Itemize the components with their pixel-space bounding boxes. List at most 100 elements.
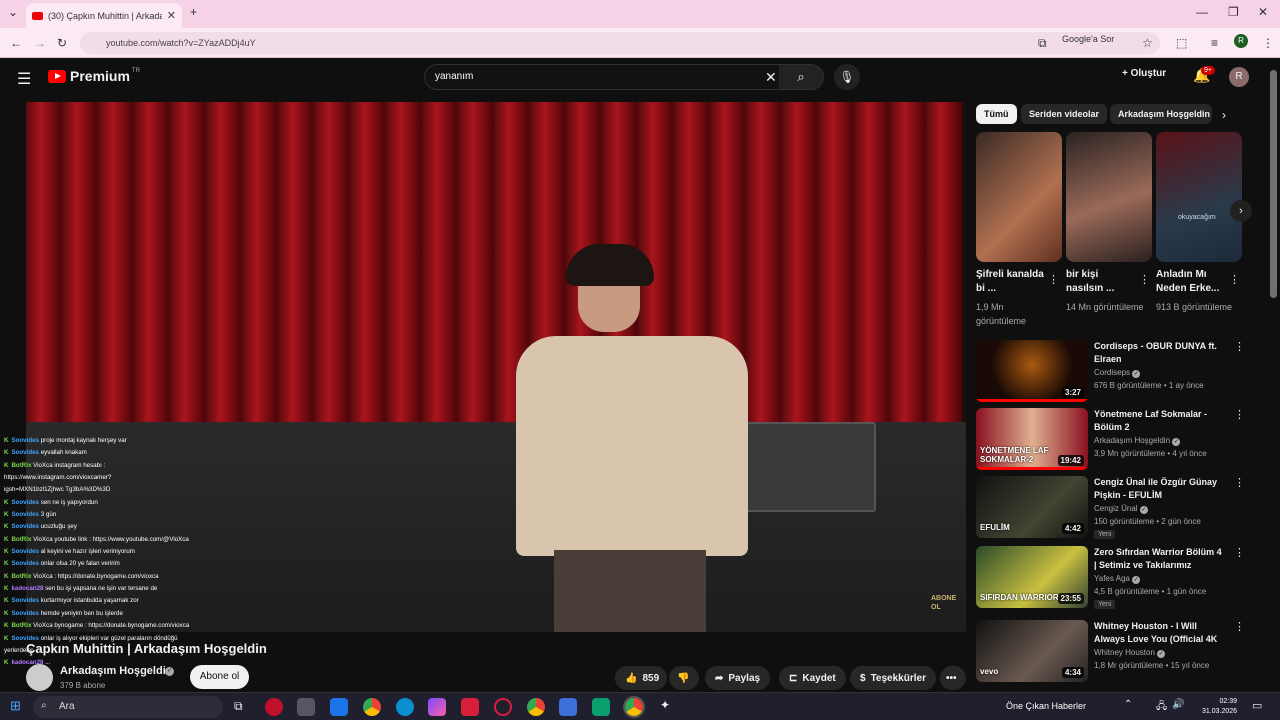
video-thumbnail[interactable]: EFULİM 4:42 <box>976 476 1088 538</box>
browser-profile-avatar[interactable]: R <box>1234 34 1248 48</box>
close-tab-icon[interactable]: ✕ <box>167 9 176 22</box>
video-menu-icon[interactable]: ⋮ <box>1234 620 1245 633</box>
video-title[interactable]: Zero Sıfırdan Warrior Bölüm 4 | Setimiz … <box>1094 546 1224 573</box>
recommended-video[interactable]: vevo 4:34 Whitney Houston - I Will Always … <box>976 620 1246 686</box>
minimize-icon[interactable]: — <box>1196 5 1208 19</box>
video-channel[interactable]: Cengiz Ünal ✓ <box>1094 504 1148 514</box>
browser-tab[interactable]: (30) Çapkın Muhittin | Arkadaşım ✕ <box>26 3 182 28</box>
save-button[interactable]: ⊏ Kaydet <box>779 666 846 690</box>
voice-search-icon[interactable]: 🎙 <box>834 64 860 90</box>
short-menu-icon[interactable]: ⋮ <box>1229 273 1240 286</box>
video-thumbnail[interactable]: SIFIRDAN WARRIOR 23:55 <box>976 546 1088 608</box>
share-button[interactable]: ➦ Paylaş <box>705 666 771 690</box>
video-title[interactable]: Yönetmene Laf Sokmalar - Bölüm 2 <box>1094 408 1224 434</box>
video-menu-icon[interactable]: ⋮ <box>1234 476 1245 489</box>
close-window-icon[interactable]: ✕ <box>1258 5 1268 19</box>
stage-speaker <box>746 422 876 512</box>
app3-icon[interactable]: ✦ <box>660 698 670 712</box>
short-thumbnail-3[interactable]: okuyacağım <box>1156 132 1242 262</box>
short-title[interactable]: Şifreli kanalda bi ... <box>976 268 1048 296</box>
video-menu-icon[interactable]: ⋮ <box>1234 546 1245 559</box>
video-thumbnail[interactable]: 3:27 <box>976 340 1088 402</box>
search-input[interactable]: yananım <box>435 71 473 82</box>
chrome-active-icon[interactable] <box>623 696 645 718</box>
forward-icon[interactable]: → <box>34 36 46 50</box>
wps-icon[interactable] <box>461 698 479 716</box>
video-title[interactable]: Cordiseps - OBUR DUNYA ft. Elraen <box>1094 340 1224 366</box>
more-actions-button[interactable]: ••• <box>940 666 966 690</box>
extensions-icon[interactable]: ⬚ <box>1176 36 1187 50</box>
restore-icon[interactable]: ❐ <box>1228 5 1239 19</box>
recommended-video[interactable]: YÖNETMENE LAF SOKMALAR-2 19:42 Yönetmene L… <box>976 408 1246 474</box>
video-channel[interactable]: Arkadaşım Hoşgeldin ✓ <box>1094 436 1181 446</box>
search-box[interactable]: yananım ✕ ⌕ <box>424 64 824 90</box>
install-icon[interactable]: ⧉ <box>1038 36 1047 51</box>
app-icon[interactable] <box>297 698 315 716</box>
recommended-video[interactable]: 3:27 Cordiseps - OBUR DUNYA ft. Elraen Cor… <box>976 340 1246 406</box>
search-button[interactable]: ⌕ <box>779 65 823 89</box>
opera-icon[interactable] <box>494 698 512 716</box>
windows-start-icon[interactable]: ⊞ <box>10 698 21 714</box>
short-menu-icon[interactable]: ⋮ <box>1048 273 1059 286</box>
recommended-video[interactable]: SIFIRDAN WARRIOR 23:55 Zero Sıfırdan Warri… <box>976 546 1246 612</box>
channel-avatar[interactable] <box>26 664 53 691</box>
video-channel[interactable]: Cordiseps ✓ <box>1094 368 1141 378</box>
url-field[interactable]: youtube.com/watch?v=ZYazADDj4uY <box>80 32 1160 54</box>
channel-name[interactable]: Arkadaşım Hoşgeldin <box>60 665 172 677</box>
chips-next-icon[interactable]: › <box>1222 108 1226 122</box>
short-thumbnail-2[interactable] <box>1066 132 1152 262</box>
tab-list-icon[interactable]: ≡ <box>1211 36 1218 50</box>
opera-gx-icon[interactable] <box>265 698 283 716</box>
shorts-next-icon[interactable]: › <box>1230 200 1252 222</box>
browser-menu-icon[interactable]: ⋮ <box>1262 36 1274 50</box>
video-menu-icon[interactable]: ⋮ <box>1234 408 1245 421</box>
clear-search-icon[interactable]: ✕ <box>765 69 777 86</box>
account-avatar[interactable]: R <box>1229 67 1249 87</box>
chrome-icon[interactable] <box>363 698 381 716</box>
chip-all[interactable]: Tümü <box>976 104 1017 124</box>
hamburger-menu-icon[interactable]: ☰ <box>17 69 31 89</box>
taskbar-clock[interactable]: 02:39 31.03.2026 <box>1202 697 1237 717</box>
new-tab-icon[interactable]: + <box>190 5 197 19</box>
youtube-logo[interactable]: Premium TR <box>48 68 140 84</box>
volume-icon[interactable]: 🔊 <box>1172 699 1184 710</box>
copilot-icon[interactable] <box>428 698 446 716</box>
mail-icon[interactable] <box>330 698 348 716</box>
network-icon[interactable]: 🖧 <box>1156 699 1167 716</box>
video-title[interactable]: Whitney Houston - I Will Always Love You… <box>1094 620 1224 647</box>
dislike-button[interactable]: 👎 <box>669 666 699 690</box>
tray-chevron-icon[interactable]: ⌃ <box>1124 699 1132 710</box>
notification-center-icon[interactable]: ▭ <box>1252 699 1262 712</box>
short-menu-icon[interactable]: ⋮ <box>1139 273 1150 286</box>
chip-channel[interactable]: Arkadaşım Hoşgeldin <box>1110 104 1212 124</box>
app2-icon[interactable] <box>592 698 610 716</box>
chrome-profile-icon[interactable] <box>527 698 545 716</box>
short-title[interactable]: bir kişi nasılsın ... <box>1066 268 1138 296</box>
news-widget[interactable]: Öne Çıkan Haberler <box>1006 701 1086 711</box>
short-title[interactable]: Anladın Mı Neden Erke... <box>1156 268 1228 296</box>
video-channel[interactable]: Whitney Houston ✓ <box>1094 648 1166 658</box>
video-title[interactable]: Cengiz Ünal ile Özgür Günay Pişkin - EFU… <box>1094 476 1224 502</box>
video-thumbnail[interactable]: YÖNETMENE LAF SOKMALAR-2 19:42 <box>976 408 1088 470</box>
page-scrollbar[interactable] <box>1270 70 1277 298</box>
short-thumbnail-1[interactable] <box>976 132 1062 262</box>
taskbar-search[interactable]: ⌕ Ara <box>33 696 223 718</box>
edge-icon[interactable] <box>396 698 414 716</box>
store-icon[interactable] <box>559 698 577 716</box>
back-icon[interactable]: ← <box>10 36 22 50</box>
like-button[interactable]: 👍 859 <box>615 666 667 690</box>
video-menu-icon[interactable]: ⋮ <box>1234 340 1245 353</box>
recommended-video[interactable]: EFULİM 4:42 Cengiz Ünal ile Özgür Günay Pi… <box>976 476 1246 542</box>
video-channel[interactable]: Yafes Aga ✓ <box>1094 574 1141 584</box>
video-thumbnail[interactable]: vevo 4:34 <box>976 620 1088 682</box>
reload-icon[interactable]: ↻ <box>57 36 67 50</box>
ask-google-button[interactable]: Google'a Sor <box>1062 34 1114 44</box>
thanks-button[interactable]: $ Teşekkürler <box>850 666 936 690</box>
tab-search-icon[interactable]: ⌄ <box>8 5 18 19</box>
subscribe-button[interactable]: Abone ol <box>190 665 249 689</box>
create-button[interactable]: + Oluştur <box>1122 68 1166 79</box>
bookmark-star-icon[interactable]: ☆ <box>1142 36 1153 50</box>
task-view-icon[interactable]: ⧉ <box>234 699 243 714</box>
chat-text: al keyini ve hazır işleri veriniyorum <box>40 548 135 556</box>
chip-series[interactable]: Seriden videolar <box>1021 104 1108 124</box>
